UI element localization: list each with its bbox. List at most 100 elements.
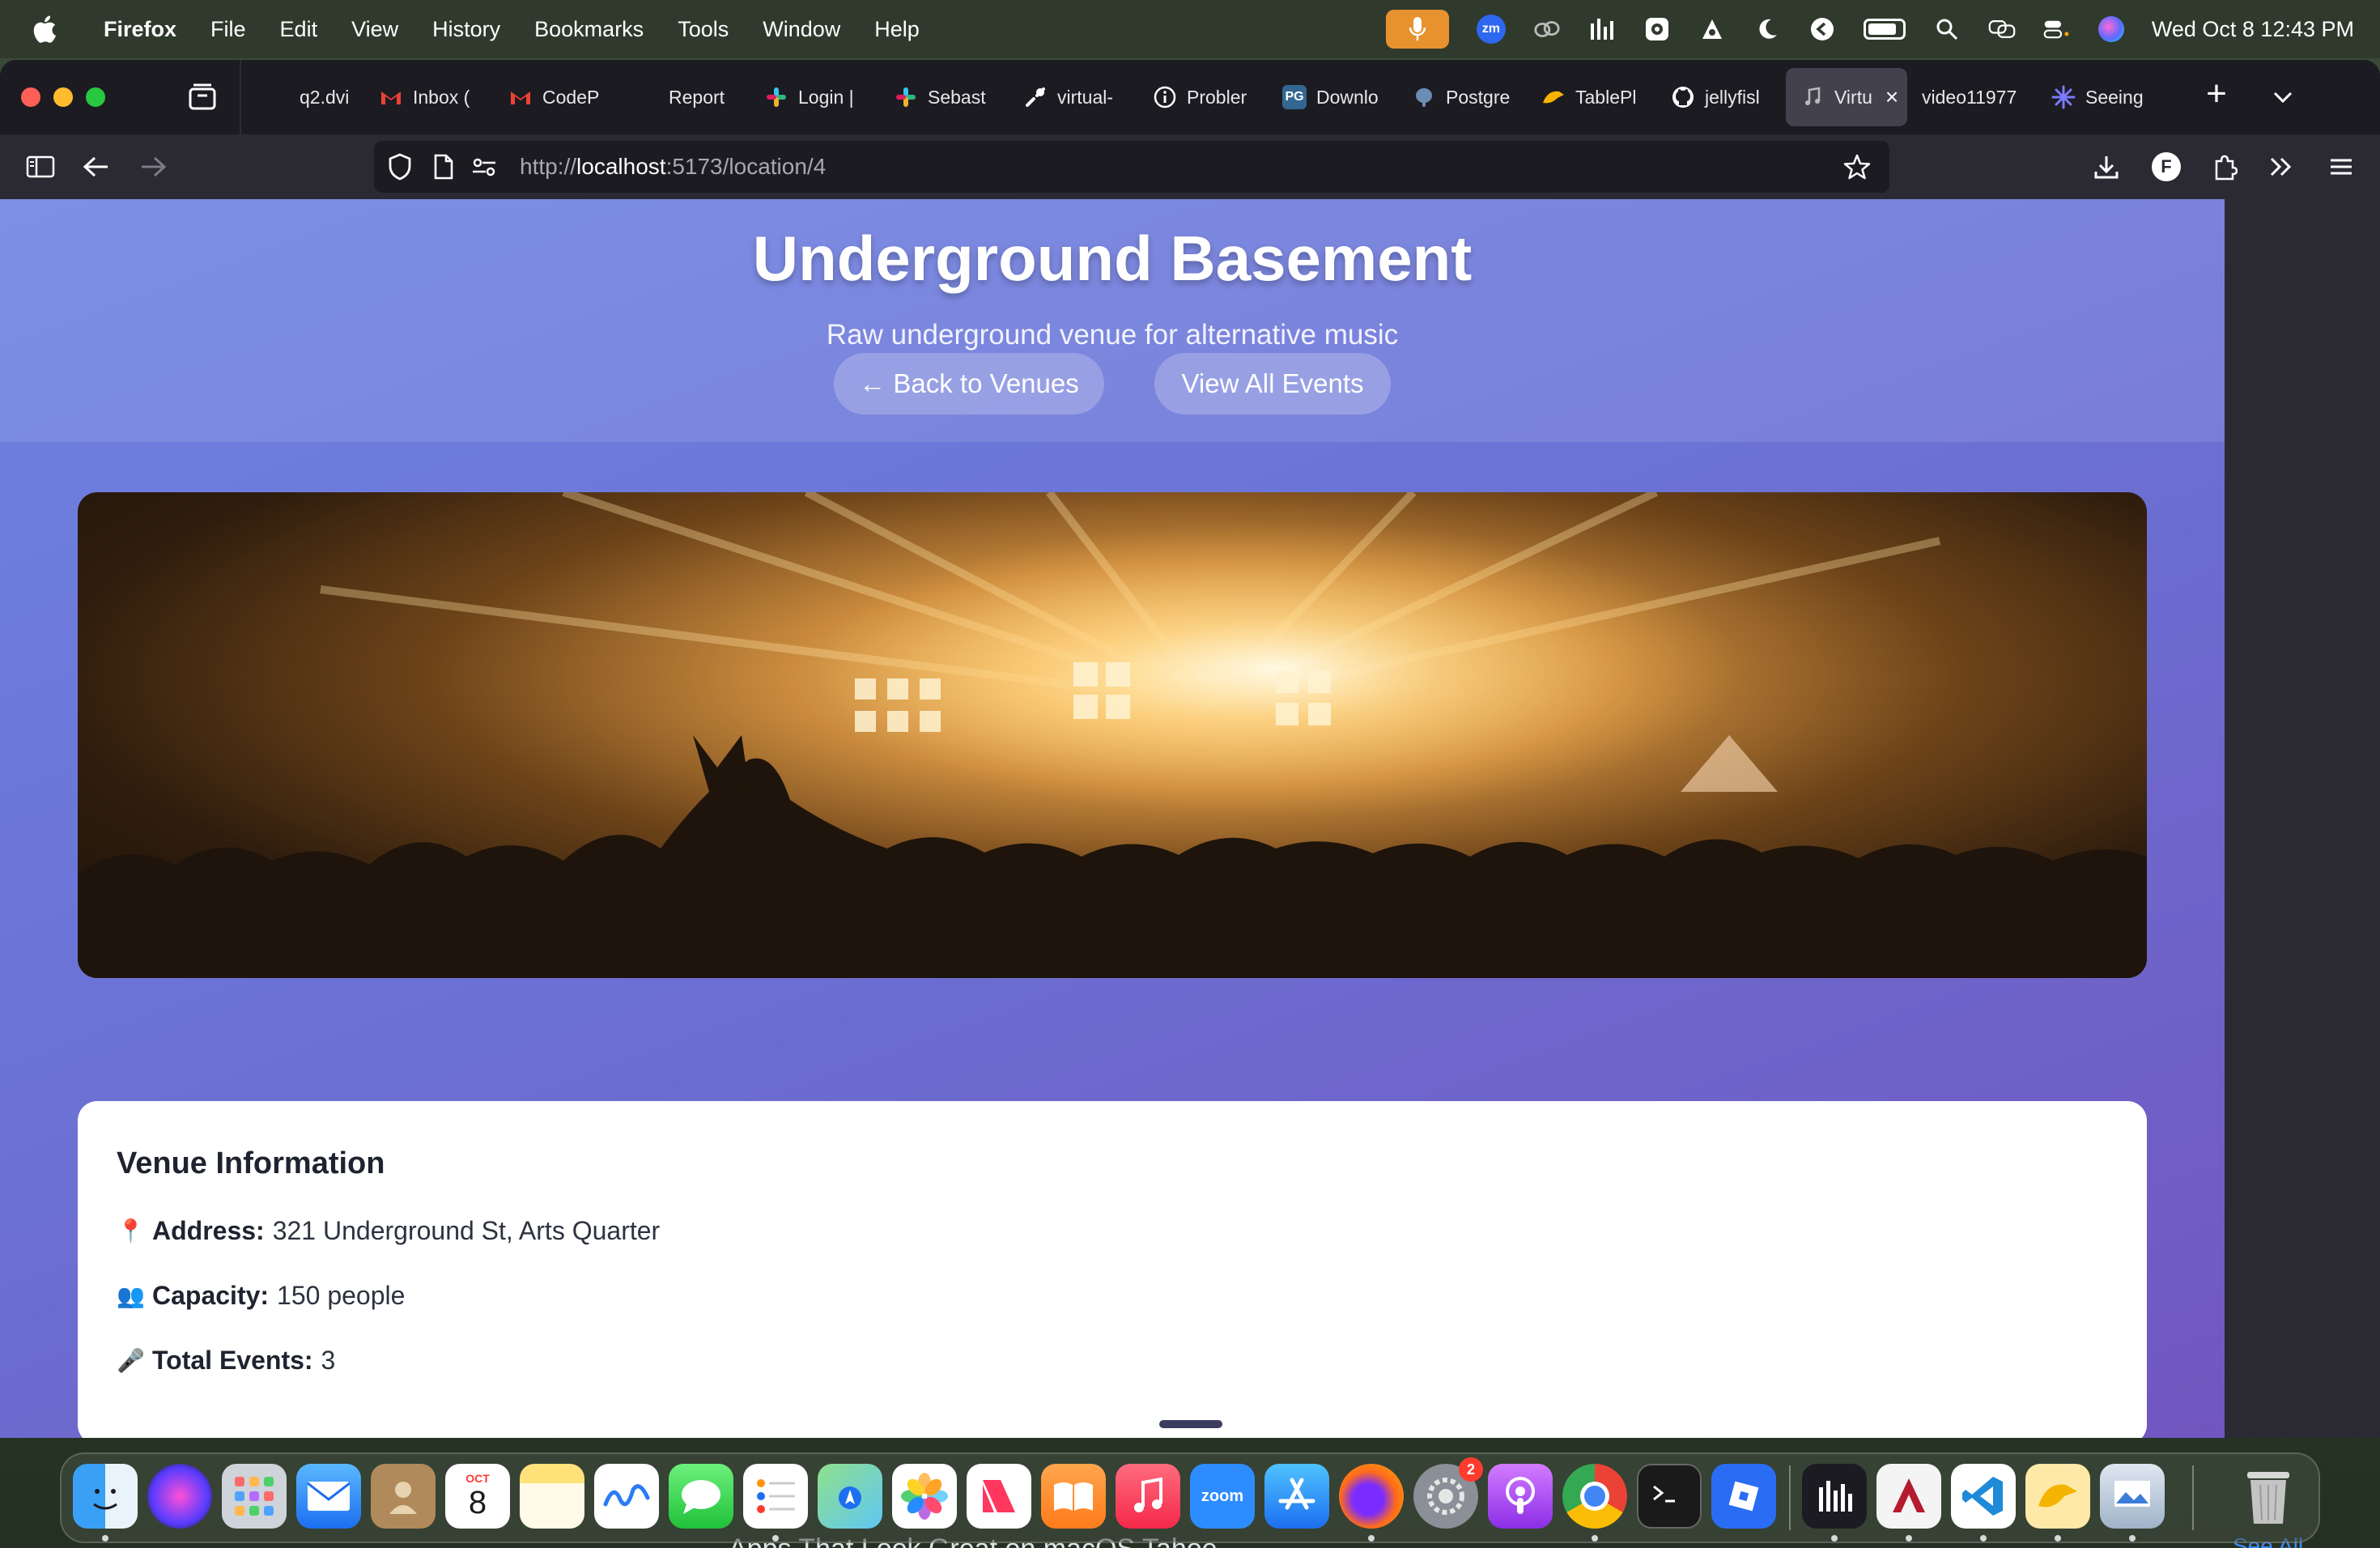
tab-problem[interactable]: Probler bbox=[1138, 68, 1268, 126]
view-all-events-button[interactable]: View All Events bbox=[1154, 353, 1391, 415]
tracking-shield-icon[interactable] bbox=[384, 151, 416, 183]
tab-codep[interactable]: CodeP bbox=[494, 68, 620, 126]
trash-icon[interactable] bbox=[2236, 1464, 2301, 1529]
menu-tools[interactable]: Tools bbox=[678, 17, 729, 42]
contacts-icon[interactable] bbox=[371, 1464, 436, 1529]
firefox-app-icon[interactable] bbox=[1339, 1464, 1404, 1529]
zoom-window-button[interactable] bbox=[86, 87, 105, 107]
app-store-icon[interactable] bbox=[1264, 1464, 1329, 1529]
forward-arrow-icon[interactable] bbox=[136, 149, 172, 185]
tab-login[interactable]: Login | bbox=[750, 68, 879, 126]
freeform-icon[interactable] bbox=[594, 1464, 659, 1529]
pin-icon: 📍 bbox=[117, 1218, 145, 1244]
battery-icon[interactable] bbox=[1863, 19, 1906, 40]
tab-virtu-active[interactable]: Virtu × bbox=[1786, 68, 1907, 126]
gear-badge-icon[interactable] bbox=[1643, 15, 1671, 43]
menu-history[interactable]: History bbox=[432, 17, 500, 42]
messages-icon[interactable] bbox=[669, 1464, 733, 1529]
elephant-icon bbox=[1412, 85, 1436, 109]
podcasts-icon[interactable] bbox=[1488, 1464, 1553, 1529]
vscode-icon[interactable] bbox=[1951, 1464, 2016, 1529]
page-info-icon[interactable] bbox=[427, 151, 460, 183]
account-profile-icon[interactable]: F bbox=[2148, 149, 2184, 185]
back-arrow-icon[interactable] bbox=[78, 149, 113, 185]
menu-clock[interactable]: Wed Oct 8 12:43 PM bbox=[2152, 17, 2354, 42]
tableplus-app-icon[interactable] bbox=[2025, 1464, 2090, 1529]
books-icon[interactable] bbox=[1041, 1464, 1106, 1529]
permissions-icon[interactable] bbox=[468, 151, 500, 183]
finder-icon[interactable] bbox=[73, 1464, 138, 1529]
mail-icon[interactable] bbox=[296, 1464, 361, 1529]
tab-virtual[interactable]: virtual- bbox=[1009, 68, 1138, 126]
tab-q2[interactable]: q2.dvi bbox=[251, 68, 364, 126]
menu-app-name[interactable]: Firefox bbox=[104, 17, 176, 42]
siri-icon[interactable] bbox=[2097, 16, 2124, 42]
tab-report[interactable]: Report bbox=[620, 68, 750, 126]
launchpad-icon[interactable] bbox=[222, 1464, 287, 1529]
preview-icon[interactable] bbox=[2100, 1464, 2165, 1529]
roblox-icon[interactable] bbox=[1711, 1464, 1776, 1529]
tinkertool-icon[interactable] bbox=[1698, 15, 1726, 43]
siri-app-icon[interactable] bbox=[147, 1464, 212, 1529]
downloads-icon[interactable] bbox=[2089, 149, 2124, 185]
overflow-chevrons-icon[interactable] bbox=[2263, 149, 2299, 185]
tab-video[interactable]: video11977 bbox=[1907, 68, 2037, 126]
menu-edit[interactable]: Edit bbox=[280, 17, 318, 42]
people-icon: 👥 bbox=[117, 1283, 145, 1308]
notes-icon[interactable] bbox=[520, 1464, 584, 1529]
slack-icon bbox=[894, 85, 918, 109]
tab-inbox[interactable]: Inbox ( bbox=[364, 68, 494, 126]
chrome-icon[interactable] bbox=[1562, 1464, 1627, 1529]
apple-menu-icon[interactable] bbox=[32, 15, 73, 44]
tab-postgres[interactable]: Postgre bbox=[1397, 68, 1527, 126]
hamburger-menu-icon[interactable] bbox=[2323, 149, 2359, 185]
calendar-icon[interactable]: OCT 8 bbox=[445, 1464, 510, 1529]
back-to-venues-button[interactable]: ← Back to Venues bbox=[834, 353, 1104, 415]
moon-icon[interactable] bbox=[1753, 15, 1781, 43]
tab-seeing[interactable]: Seeing bbox=[2037, 68, 2166, 126]
spotlight-search-icon[interactable] bbox=[1933, 15, 1961, 43]
creative-cloud-icon[interactable] bbox=[1533, 15, 1561, 43]
menu-view[interactable]: View bbox=[351, 17, 398, 42]
reminders-icon[interactable] bbox=[743, 1464, 808, 1529]
screen-mirroring-icon[interactable] bbox=[1988, 15, 2016, 43]
zoom-status-icon[interactable]: zm bbox=[1476, 15, 1506, 44]
menu-help[interactable]: Help bbox=[874, 17, 920, 42]
firefox-view-icon[interactable] bbox=[186, 81, 219, 113]
extensions-icon[interactable] bbox=[2207, 149, 2242, 185]
control-center-icon[interactable] bbox=[2043, 15, 2071, 43]
news-icon[interactable] bbox=[967, 1464, 1031, 1529]
tab-jellyfish[interactable]: jellyfisl bbox=[1656, 68, 1786, 126]
sidebar-panel bbox=[2225, 199, 2380, 1438]
list-all-tabs-icon[interactable] bbox=[2267, 81, 2299, 113]
tab-tableplus[interactable]: TablePl bbox=[1527, 68, 1656, 126]
menu-window[interactable]: Window bbox=[763, 17, 840, 42]
tab-label: q2.dvi bbox=[300, 86, 350, 108]
istat-bars-icon[interactable] bbox=[1588, 15, 1616, 43]
back-circle-icon[interactable] bbox=[1808, 15, 1836, 43]
sidebar-toggle-icon[interactable] bbox=[23, 149, 58, 185]
terminal-icon[interactable] bbox=[1637, 1464, 1702, 1529]
cursor-app-icon[interactable] bbox=[1876, 1464, 1941, 1529]
close-tab-icon[interactable]: × bbox=[1885, 84, 1898, 110]
microphone-icon: 🎤 bbox=[117, 1348, 145, 1373]
menu-file[interactable]: File bbox=[210, 17, 246, 42]
menu-bookmarks[interactable]: Bookmarks bbox=[534, 17, 644, 42]
tab-sebast[interactable]: Sebast bbox=[879, 68, 1009, 126]
close-window-button[interactable] bbox=[21, 87, 40, 107]
music-icon[interactable] bbox=[1116, 1464, 1180, 1529]
address-bar[interactable]: http://localhost:5173/location/4 bbox=[374, 141, 1889, 193]
zoom-app-icon[interactable]: zoom bbox=[1190, 1464, 1255, 1529]
tab-download[interactable]: PG Downlo bbox=[1268, 68, 1397, 126]
microphone-icon[interactable] bbox=[1385, 10, 1449, 49]
resize-handle[interactable] bbox=[1159, 1420, 1222, 1428]
url-text[interactable]: http://localhost:5173/location/4 bbox=[520, 141, 826, 193]
maps-icon[interactable] bbox=[818, 1464, 882, 1529]
minimize-window-button[interactable] bbox=[53, 87, 73, 107]
photos-icon[interactable] bbox=[892, 1464, 957, 1529]
system-settings-icon[interactable]: 2 bbox=[1413, 1457, 1483, 1529]
bookmark-star-icon[interactable] bbox=[1841, 151, 1873, 183]
calendar-month: OCT bbox=[465, 1472, 490, 1485]
new-tab-button[interactable]: + bbox=[2199, 76, 2234, 113]
instruments-bars-icon[interactable] bbox=[1802, 1464, 1867, 1529]
